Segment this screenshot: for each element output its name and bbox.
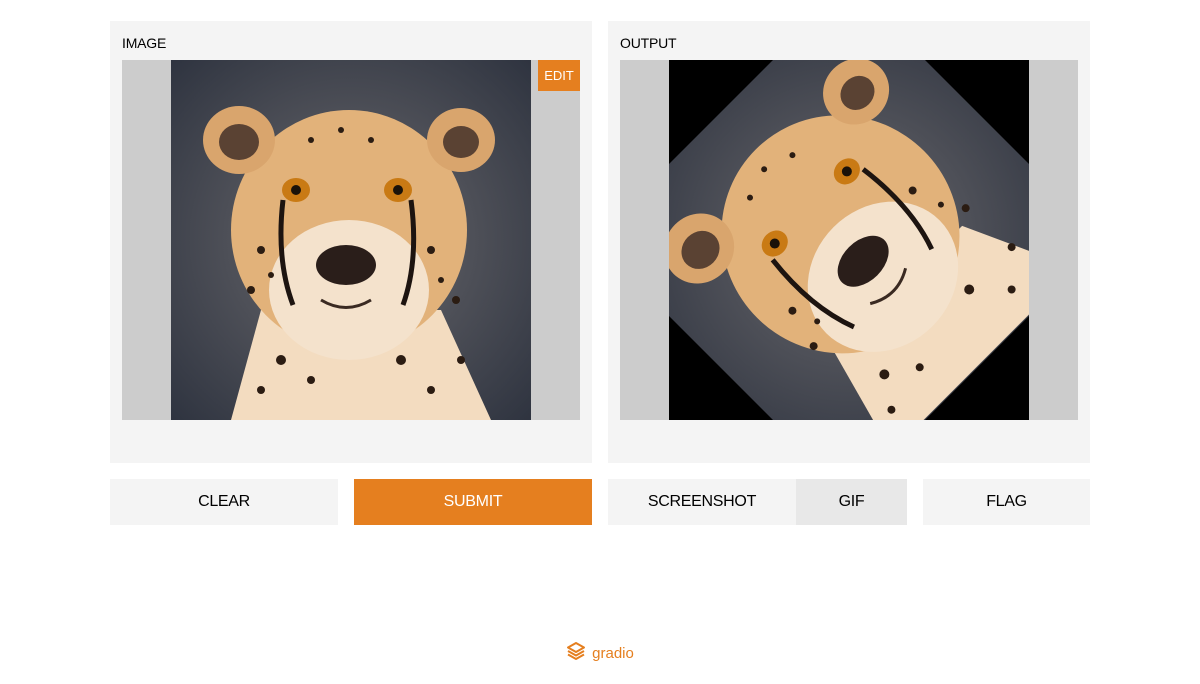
- gif-button[interactable]: GIF: [796, 479, 907, 525]
- input-image: [171, 60, 531, 420]
- input-panel: IMAGE EDIT: [110, 21, 592, 463]
- clear-button[interactable]: CLEAR: [110, 479, 338, 525]
- submit-button[interactable]: SUBMIT: [354, 479, 592, 525]
- edit-button[interactable]: EDIT: [538, 60, 580, 91]
- output-image-area: [620, 60, 1078, 420]
- input-image-area[interactable]: EDIT: [122, 60, 580, 420]
- footer: gradio: [0, 641, 1200, 666]
- gradio-logo-icon: [566, 641, 586, 666]
- footer-brand[interactable]: gradio: [592, 645, 634, 662]
- input-label: IMAGE: [122, 35, 167, 51]
- output-label: OUTPUT: [620, 35, 677, 51]
- output-image: [669, 60, 1029, 420]
- flag-button[interactable]: FLAG: [923, 479, 1090, 525]
- output-panel: OUTPUT: [608, 21, 1090, 463]
- screenshot-button[interactable]: SCREENSHOT: [608, 479, 796, 525]
